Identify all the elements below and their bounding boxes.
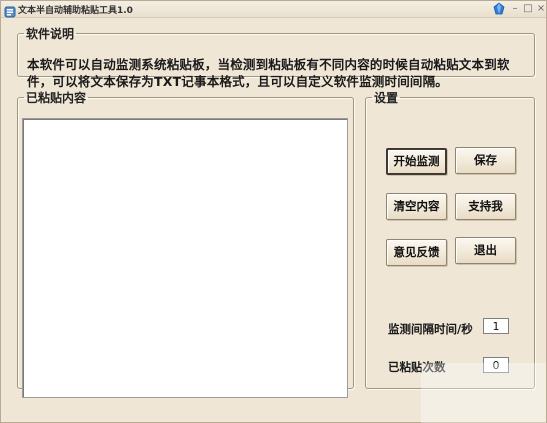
start-monitor-button[interactable]: 开始监测 [386, 148, 447, 175]
skin-gem-icon[interactable] [492, 2, 506, 16]
settings-legend: 设置 [374, 91, 399, 105]
close-icon[interactable]: × [534, 2, 547, 16]
title-bar[interactable]: 文本半自动辅助粘贴工具1.0 – □ × [1, 1, 546, 18]
clear-content-button[interactable]: 清空内容 [386, 193, 447, 220]
maximize-icon[interactable]: □ [521, 2, 535, 16]
save-button[interactable]: 保存 [455, 147, 516, 174]
app-icon [4, 3, 16, 18]
minimize-icon[interactable]: – [508, 2, 522, 16]
interval-label: 监测间隔时间/秒 [388, 322, 473, 336]
support-me-button[interactable]: 支持我 [455, 193, 516, 220]
description-text: 本软件可以自动监测系统粘贴板，当检测到粘贴板有不同内容的时候自动粘贴文本到软件，… [27, 57, 510, 89]
window-title: 文本半自动辅助粘贴工具1.0 [18, 6, 133, 16]
feedback-button[interactable]: 意见反馈 [386, 239, 447, 266]
exit-button[interactable]: 退出 [455, 237, 516, 264]
settings-group: 设置 开始监测 保存 清空内容 支持我 意见反馈 退出 监测间隔时间/秒 已粘贴… [365, 89, 535, 389]
pasted-content-legend: 已粘贴内容 [26, 91, 87, 105]
description-legend: 软件说明 [26, 27, 75, 41]
interval-input[interactable] [483, 318, 509, 334]
description-group: 软件说明 本软件可以自动监测系统粘贴板，当检测到粘贴板有不同内容的时候自动粘贴文… [17, 25, 535, 89]
app-window: 文本半自动辅助粘贴工具1.0 – □ × 软件说明 本软件可以自动监测系统粘贴板… [0, 0, 547, 423]
watermark-overlay [421, 363, 546, 423]
pasted-content-group: 已粘贴内容 [17, 89, 354, 398]
pasted-content-textarea[interactable] [22, 118, 348, 398]
